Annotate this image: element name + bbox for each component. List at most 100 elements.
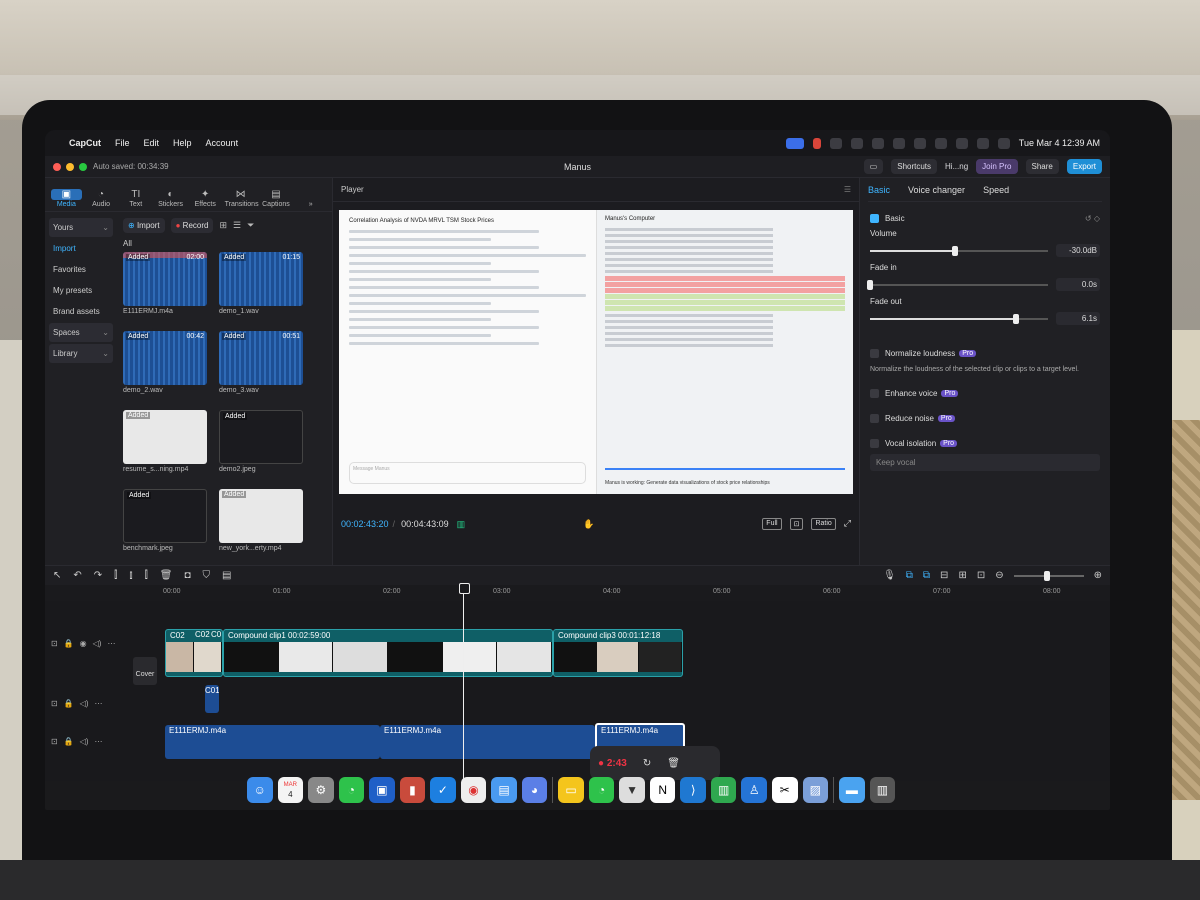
media-item[interactable]: Added demo2.jpeg xyxy=(219,410,303,473)
crop-icon[interactable]: ⊡ xyxy=(789,518,804,530)
preview-axis-icon[interactable]: ⊟ xyxy=(940,570,948,581)
wechat-icon[interactable]: ◔ xyxy=(338,777,365,803)
folder-icon[interactable]: ▬ xyxy=(839,777,865,803)
restart-icon[interactable]: ↻ xyxy=(643,758,651,769)
player-menu-icon[interactable]: ☰ xyxy=(844,185,851,194)
media-filter-all[interactable]: All xyxy=(123,239,326,248)
reset-icon[interactable]: ↺ ◇ xyxy=(1085,214,1100,223)
magnet-icon[interactable]: ⧉ xyxy=(906,570,913,581)
enhance-checkbox[interactable] xyxy=(870,389,879,398)
compound-clip-3[interactable]: Compound clip3 00:01:12:18 xyxy=(553,629,683,677)
media-item[interactable]: Added new_york...erty.mp4 xyxy=(219,489,303,552)
media-item[interactable]: Added 00:42 demo_2.wav xyxy=(123,331,207,394)
join-pro-button[interactable]: Join Pro xyxy=(976,159,1018,174)
lock-icon[interactable]: 🔒 xyxy=(64,699,74,708)
tab-basic[interactable]: Basic xyxy=(868,185,890,195)
tab-speed[interactable]: Speed xyxy=(983,185,1009,195)
tab-transitions[interactable]: ⋈ Transitions xyxy=(225,189,259,211)
speaker-icon[interactable]: ◁) xyxy=(93,639,102,648)
app-icon[interactable]: ◕ xyxy=(521,777,548,803)
more-tabs-icon[interactable]: » xyxy=(295,201,326,211)
more-icon[interactable]: ⋯ xyxy=(95,737,103,746)
status-app-icon[interactable] xyxy=(871,137,884,149)
ratio-button[interactable]: Ratio xyxy=(811,518,836,530)
normalize-checkbox[interactable] xyxy=(870,349,879,358)
record-button[interactable]: Record xyxy=(170,218,214,233)
fade-out-slider-knob[interactable] xyxy=(1012,313,1019,324)
status-app-icon[interactable] xyxy=(850,137,863,149)
fade-in-slider[interactable] xyxy=(867,279,1048,290)
vscode-icon[interactable]: ⟩ xyxy=(680,777,706,803)
shield-icon[interactable]: ⛉ xyxy=(203,570,211,581)
eye-icon[interactable]: ◉ xyxy=(80,639,87,648)
delete-icon[interactable]: 🗑 xyxy=(160,570,173,581)
zoom-out-icon[interactable]: ⊖ xyxy=(995,570,1003,581)
volume-slider[interactable] xyxy=(870,245,1048,256)
microphone-icon[interactable]: 🎙 xyxy=(883,570,896,581)
app-icon[interactable]: ▣ xyxy=(369,777,395,803)
media-item[interactable]: Added benchmark.jpeg xyxy=(123,489,207,552)
preview-icon[interactable]: ▨ xyxy=(802,777,829,803)
calendar-icon[interactable]: MAR 4 xyxy=(277,777,304,803)
notion-icon[interactable]: N xyxy=(649,777,676,803)
volume-value[interactable]: -30.0dB xyxy=(1056,244,1100,257)
numbers-icon[interactable]: ▥ xyxy=(710,777,737,803)
mask-icon[interactable]: ◘ xyxy=(184,570,190,581)
doc-icon[interactable]: ▤ xyxy=(491,777,517,803)
mail-icon[interactable]: ✓ xyxy=(430,777,456,803)
basic-checkbox[interactable] xyxy=(870,214,879,223)
redo-icon[interactable]: ↷ xyxy=(94,570,102,581)
wifi-icon[interactable] xyxy=(976,137,989,149)
wechat-status-icon[interactable] xyxy=(892,137,905,149)
split-right-icon[interactable]: ⫿ xyxy=(145,570,148,581)
split-icon[interactable]: ⫿ xyxy=(114,570,117,581)
zoom-slider[interactable] xyxy=(1013,570,1084,581)
snap-icon[interactable]: ⊞ xyxy=(958,570,966,581)
speaker-icon[interactable]: ◁) xyxy=(80,737,89,746)
fade-out-value[interactable]: 6.1s xyxy=(1056,312,1100,325)
track-lock-icon[interactable]: ⊡ xyxy=(51,699,58,708)
grid-view-icon[interactable]: ⊞ xyxy=(219,220,227,231)
fade-in-slider-knob[interactable] xyxy=(867,279,873,290)
lock-icon[interactable]: 🔒 xyxy=(64,737,74,746)
nav-import[interactable]: Import xyxy=(49,239,113,258)
status-app-icon[interactable] xyxy=(913,137,926,149)
reduce-checkbox[interactable] xyxy=(870,414,879,423)
nav-presets[interactable]: My presets xyxy=(49,281,113,300)
layout-icon[interactable]: ▭ xyxy=(863,159,884,174)
menu-edit[interactable]: Edit xyxy=(144,138,160,148)
filter-icon[interactable]: ⏷ xyxy=(247,220,254,231)
menubar-clock[interactable]: Tue Mar 4 12:39 AM xyxy=(1019,138,1100,148)
captions-tool-icon[interactable]: ▤ xyxy=(222,570,231,581)
track-lock-icon[interactable]: ⊡ xyxy=(51,639,58,648)
speaker-icon[interactable]: ◁) xyxy=(80,699,89,708)
tab-text[interactable]: TI Text xyxy=(120,189,151,211)
vocal-checkbox[interactable] xyxy=(870,439,879,448)
settings-icon[interactable]: ⚙ xyxy=(308,777,334,803)
media-item[interactable]: Added 00:51 demo_3.wav xyxy=(219,331,303,394)
tab-effects[interactable]: ✦ Effects xyxy=(190,189,221,211)
nav-spaces[interactable]: Spaces xyxy=(49,323,113,342)
capcut-icon[interactable]: ✂ xyxy=(772,777,798,803)
tab-captions[interactable]: ▤ Captions xyxy=(261,189,292,211)
volume-slider-knob[interactable] xyxy=(952,245,959,256)
status-app-icon[interactable] xyxy=(934,137,947,149)
more-icon[interactable]: ⋯ xyxy=(95,699,103,708)
vocal-mode-select[interactable]: Keep vocal xyxy=(870,454,1100,471)
menu-help[interactable]: Help xyxy=(173,138,192,148)
fade-in-value[interactable]: 0.0s xyxy=(1056,278,1100,291)
link-icon[interactable]: ⧉ xyxy=(923,570,930,581)
media-item[interactable]: Added 02:00 E111ERMJ.m4a xyxy=(123,252,207,315)
playhead[interactable] xyxy=(459,583,470,781)
screen-record-icon[interactable] xyxy=(785,137,804,149)
compound-clip-1[interactable]: Compound clip1 00:02:59:00 xyxy=(223,629,553,677)
minimize-window-button[interactable] xyxy=(66,162,74,171)
preview-canvas[interactable]: Correlation Analysis of NVDA MRVL TSM St… xyxy=(339,210,853,494)
battery-icon[interactable] xyxy=(955,137,968,149)
zoom-in-icon[interactable]: ⊕ xyxy=(1094,570,1102,581)
import-button[interactable]: Import xyxy=(123,218,165,233)
user-name[interactable]: Hi...ng xyxy=(945,162,968,171)
tab-audio[interactable]: ◔ Audio xyxy=(86,189,117,211)
zoom-window-button[interactable] xyxy=(79,162,87,171)
more-icon[interactable]: ⋯ xyxy=(107,639,115,648)
